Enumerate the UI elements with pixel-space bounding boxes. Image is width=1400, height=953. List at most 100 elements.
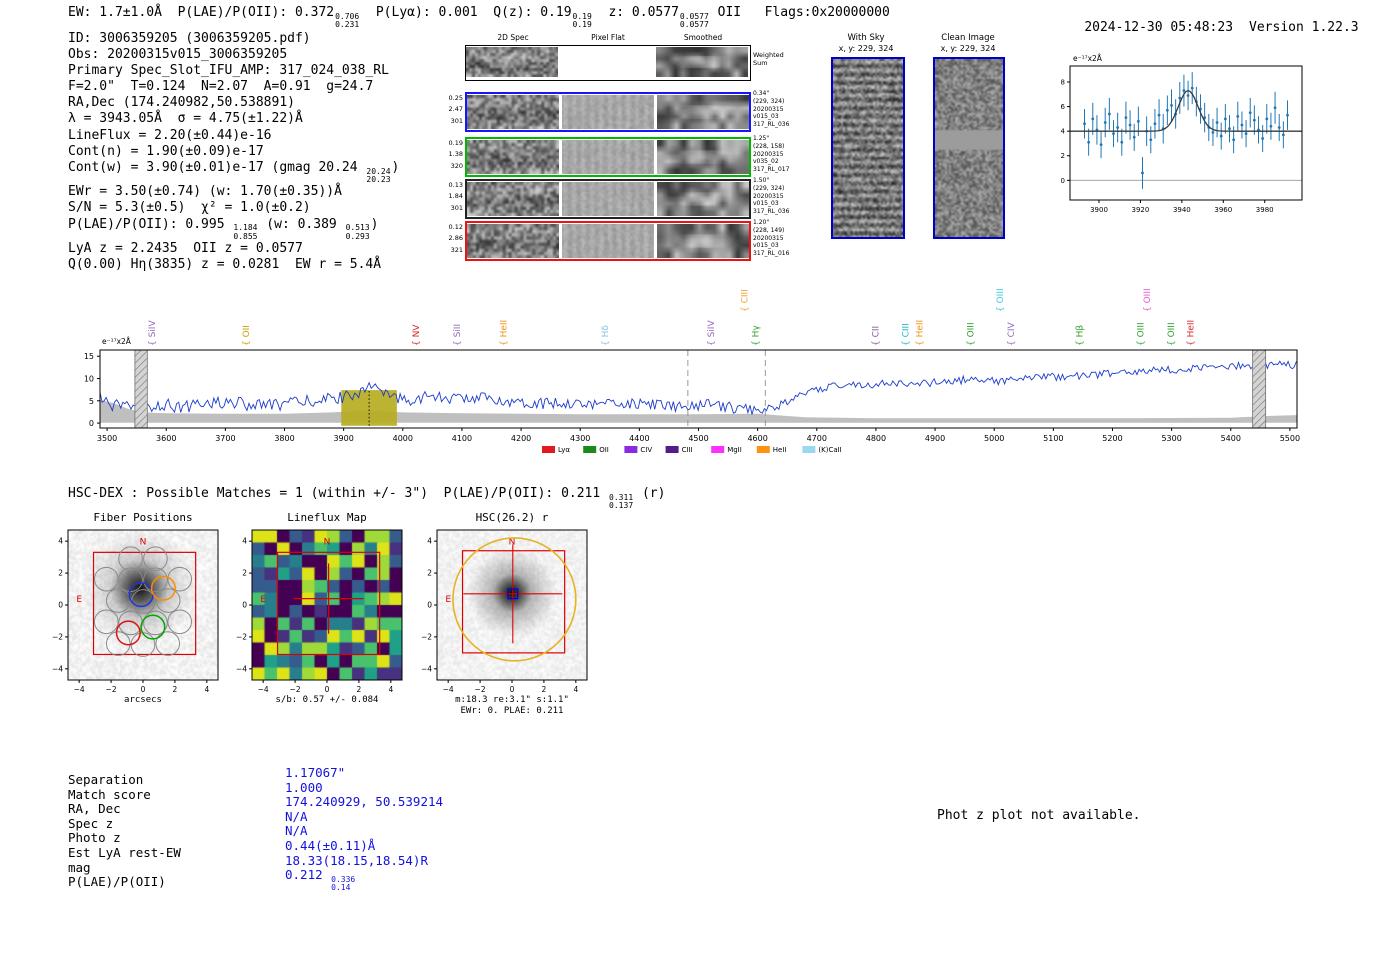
- text-segment: EW: 1.7±1.0Å P(LAE)/P(OII): 0.372: [68, 5, 335, 20]
- info-line: S/N = 5.3(±0.5) χ² = 1.0(±0.2): [68, 200, 399, 216]
- fiber-circle: [105, 588, 131, 613]
- data-point: [1128, 123, 1132, 127]
- emission-line-label: { SiII: [453, 324, 463, 346]
- match-row-label: mag: [68, 859, 91, 875]
- axis-tick-label: −2: [52, 632, 63, 641]
- text-segment: Primary Spec_Slot_IFU_AMP: 317_024_038_R…: [68, 63, 389, 79]
- timestamp: 2024-12-30 05:48:23: [1084, 20, 1234, 35]
- sup-sub-value: 1.184 0.855: [233, 223, 258, 241]
- axis-tick-label: 0: [89, 419, 94, 428]
- axis-tick-label: 5500: [1280, 434, 1300, 443]
- sup-sub-value: 0.513 0.293: [345, 223, 370, 241]
- legend-swatch: [542, 446, 555, 453]
- match-row-label: P(LAE)/P(OII): [68, 874, 166, 890]
- text-segment: F=2.0" T=0.124 N=2.07 A=0.91 g=24.7: [68, 79, 374, 95]
- 2d-spec-image: [467, 95, 559, 129]
- axis-tick-label: 5300: [1161, 434, 1181, 443]
- cutout-col-header: Smoothed: [683, 33, 723, 42]
- data-point: [1157, 113, 1161, 117]
- data-point: [1211, 130, 1215, 134]
- cutout-cell-blank: [561, 47, 653, 77]
- axis-tick-label: 0: [242, 601, 247, 610]
- fiber-circle: [143, 546, 168, 572]
- cutout-row-annotation: 1.25" (228, 158) 20200315 v035_02 317_RL_017: [753, 135, 790, 174]
- text-segment: 1.000: [285, 779, 323, 795]
- pixel-flat-image: [562, 140, 654, 174]
- legend-swatch: [802, 446, 816, 453]
- data-point: [1248, 111, 1252, 115]
- axis-tick-label: 4: [427, 537, 432, 546]
- photz-note: Phot z plot not available.: [937, 808, 1141, 823]
- smoothed-image: [657, 140, 749, 174]
- axis-tick-label: 8: [1061, 78, 1065, 86]
- axis-tick-label: 4000: [393, 434, 413, 443]
- axis-tick-label: 2: [242, 569, 247, 578]
- 2d-spec-image: [467, 224, 559, 258]
- smoothed-image: [657, 224, 749, 258]
- axis-tick-label: −4: [258, 685, 269, 694]
- axis-tick-label: 3800: [274, 434, 294, 443]
- data-point: [1261, 137, 1265, 140]
- info-line: LineFlux = 2.20(±0.44)e-16: [68, 128, 399, 144]
- emission-line-label: { OIII: [1167, 322, 1177, 346]
- data-point: [1120, 140, 1124, 144]
- axis-tick-label: 0: [58, 601, 63, 610]
- match-row-value: N/A: [285, 809, 443, 825]
- text-segment: P(LAE)/P(OII): 0.995: [68, 216, 233, 232]
- match-row-value: 0.212 0.336 0.14: [285, 867, 443, 892]
- text-segment: LyA z = 2.2435 OII z = 0.0577: [68, 241, 303, 257]
- match-row-label: RA, Dec: [68, 801, 121, 817]
- cutout-row-annotation: Weighted Sum: [753, 51, 784, 68]
- text-segment: OII Flags:0x20000000: [709, 5, 890, 20]
- info-line: RA,Dec (174.240982,50.538891): [68, 95, 399, 111]
- data-point: [1190, 86, 1194, 90]
- axis-tick-label: 15: [84, 352, 94, 361]
- axis-tick-label: −4: [236, 664, 247, 673]
- match-table-values: 1.17067" 1.000 174.240929, 50.539214 N/A N/A…: [285, 765, 443, 892]
- legend-label: Lyα: [558, 446, 570, 454]
- axis-tick-label: 5400: [1221, 434, 1241, 443]
- axis-tick-label: 3500: [97, 434, 117, 443]
- data-point: [1107, 112, 1111, 116]
- fiber-circle: [105, 631, 131, 656]
- data-point: [1116, 126, 1120, 129]
- data-point: [1186, 94, 1190, 97]
- emission-line-label: { OIII: [996, 288, 1006, 312]
- data-point: [1149, 138, 1153, 142]
- data-point: [1170, 103, 1173, 107]
- cutout-row: [465, 45, 751, 81]
- text-segment: ID: 3006359205 (3006359205.pdf): [68, 31, 311, 46]
- legend-label: CIII: [682, 446, 693, 454]
- axis-tick-label: 2: [58, 569, 63, 578]
- data-point: [1273, 106, 1277, 110]
- info-line: Primary Spec_Slot_IFU_AMP: 317_024_038_R…: [68, 63, 399, 79]
- header-summary-line: EW: 1.7±1.0Å P(LAE)/P(OII): 0.372 0.706 0.…: [68, 5, 890, 30]
- detection-report-page: EW: 1.7±1.0Å P(LAE)/P(OII): 0.372 0.706 0.…: [0, 0, 1400, 953]
- axis-tick-label: 0: [427, 601, 432, 610]
- cutout-row-annotation: 0.34" (229, 324) 20200315 v015_03 317_RL_036: [753, 90, 790, 129]
- sup-sub-value: 0.706 0.231: [335, 11, 360, 30]
- compass-east-label: E: [260, 595, 266, 605]
- axis-tick-label: 4900: [925, 434, 945, 443]
- cutout-row: [465, 221, 751, 261]
- emission-line-label: { HeII: [1187, 320, 1197, 346]
- info-line: EWr = 3.50(±0.74) (w: 1.70(±0.35))Å: [68, 184, 399, 200]
- cutout-row-annotation: 1.20" (228, 149) 20200315 v015_03 317_RL_016: [753, 219, 790, 258]
- fiber-circle: [93, 566, 119, 592]
- emission-line-label: { HeII: [916, 320, 926, 346]
- axis-tick-label: 4: [242, 537, 247, 546]
- axis-tick-label: −2: [236, 632, 247, 641]
- axis-tick-label: 4400: [629, 434, 649, 443]
- pixel-flat-image: [562, 224, 654, 258]
- match-row-value: 18.33(18.15,18.54)R: [285, 853, 443, 869]
- masked-region: [1252, 349, 1267, 429]
- legend-label: OII: [599, 446, 609, 454]
- match-row-label: Match score: [68, 786, 151, 802]
- axis-tick-label: 4800: [866, 434, 886, 443]
- legend-label: (K)CaII: [818, 446, 841, 454]
- text-segment: N/A: [285, 823, 308, 839]
- axis-tick-label: −2: [475, 685, 486, 694]
- sup-sub-value: 0.311 0.137: [609, 492, 634, 511]
- axis-tick-label: −4: [52, 664, 63, 673]
- axis-tick-label: 2: [357, 685, 362, 694]
